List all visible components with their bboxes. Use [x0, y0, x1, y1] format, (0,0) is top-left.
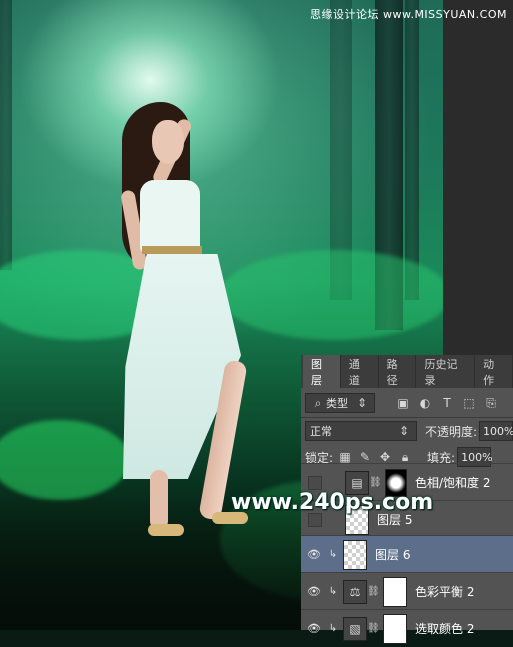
workspace-background [443, 0, 513, 355]
clip-arrow-icon: ↳ [328, 623, 338, 634]
layer-row-layer-6[interactable]: 👁︎ ↳ 图层 6 [301, 535, 513, 573]
tab-paths[interactable]: 路径 [379, 355, 417, 388]
blend-row: 正常 ⇕ 不透明度: 100% [301, 418, 513, 444]
tab-actions[interactable]: 动作 [475, 355, 513, 388]
fern-foliage [220, 250, 443, 340]
layer-name[interactable]: 图层 6 [375, 546, 410, 563]
eye-icon[interactable]: 👁︎ [301, 622, 327, 635]
filter-kind-label: 类型 [326, 397, 348, 410]
filter-adjustment-icon[interactable]: ◐ [417, 395, 433, 411]
layer-row-selective-color-2[interactable]: 👁︎ ↳ ▧ ⛓︎ 选取颜色 2 [301, 609, 513, 647]
layer-thumbnail[interactable] [343, 539, 367, 570]
selective-color-adjustment-icon: ▧ [343, 616, 367, 641]
fern-foliage [0, 420, 130, 500]
chain-link-icon[interactable]: ⛓︎ [367, 586, 380, 597]
clip-arrow-icon: ↳ [328, 549, 338, 560]
tab-channels[interactable]: 通道 [341, 355, 379, 388]
blend-mode-select[interactable]: 正常 ⇕ [305, 421, 417, 441]
dress-bodice [140, 180, 200, 252]
layer-row-color-balance-2[interactable]: 👁︎ ↳ ⚖ ⛓︎ 色彩平衡 2 [301, 572, 513, 610]
chain-link-icon[interactable]: ⛓︎ [367, 623, 380, 634]
search-icon: ⌕ [314, 395, 322, 410]
color-balance-adjustment-icon: ⚖ [343, 579, 367, 604]
blend-mode-label: 正常 [310, 425, 332, 438]
opacity-input[interactable]: 100% [479, 421, 513, 441]
filter-row: ⌕ 类型 ⇕ ▣ ◐ T ⬚ ⎘ [301, 389, 513, 417]
chevron-updown-icon: ⇕ [398, 424, 409, 438]
filter-type-icon[interactable]: T [439, 395, 455, 411]
woman-shoe [148, 524, 184, 536]
woman-leg [150, 470, 168, 530]
tab-history[interactable]: 历史记录 [416, 355, 476, 388]
watermark-site: www.240ps.com [231, 490, 434, 515]
tree-trunk [0, 0, 12, 270]
filter-kind-select[interactable]: ⌕ 类型 ⇕ [305, 393, 375, 413]
eye-icon[interactable]: 👁︎ [301, 585, 327, 598]
clip-arrow-icon: ↳ [328, 586, 338, 597]
filter-shape-icon[interactable]: ⬚ [461, 395, 477, 411]
layer-name[interactable]: 色彩平衡 2 [415, 583, 474, 600]
eye-icon[interactable]: 👁︎ [301, 548, 327, 561]
layer-name[interactable]: 选取颜色 2 [415, 620, 474, 637]
opacity-label: 不透明度: [424, 424, 478, 439]
watermark-top: 思缘设计论坛 www.MISSYUAN.COM [309, 8, 507, 21]
filter-smartobject-icon[interactable]: ⎘ [483, 395, 499, 411]
tree-trunk [405, 0, 419, 300]
visibility-toggle[interactable] [308, 475, 322, 490]
filter-pixel-icon[interactable]: ▣ [395, 395, 411, 411]
layer-mask-thumbnail[interactable] [383, 576, 407, 607]
dress-belt [142, 246, 202, 254]
panel-tabs: 图层 通道 路径 历史记录 动作 [301, 355, 513, 388]
woman-face [152, 120, 184, 164]
chain-link-icon[interactable]: ⛓︎ [369, 477, 382, 488]
tab-layers[interactable]: 图层 [303, 355, 341, 388]
layer-name[interactable]: 色相/饱和度 2 [415, 474, 491, 491]
chevron-updown-icon: ⇕ [356, 396, 368, 410]
layer-mask-thumbnail[interactable] [383, 613, 407, 644]
